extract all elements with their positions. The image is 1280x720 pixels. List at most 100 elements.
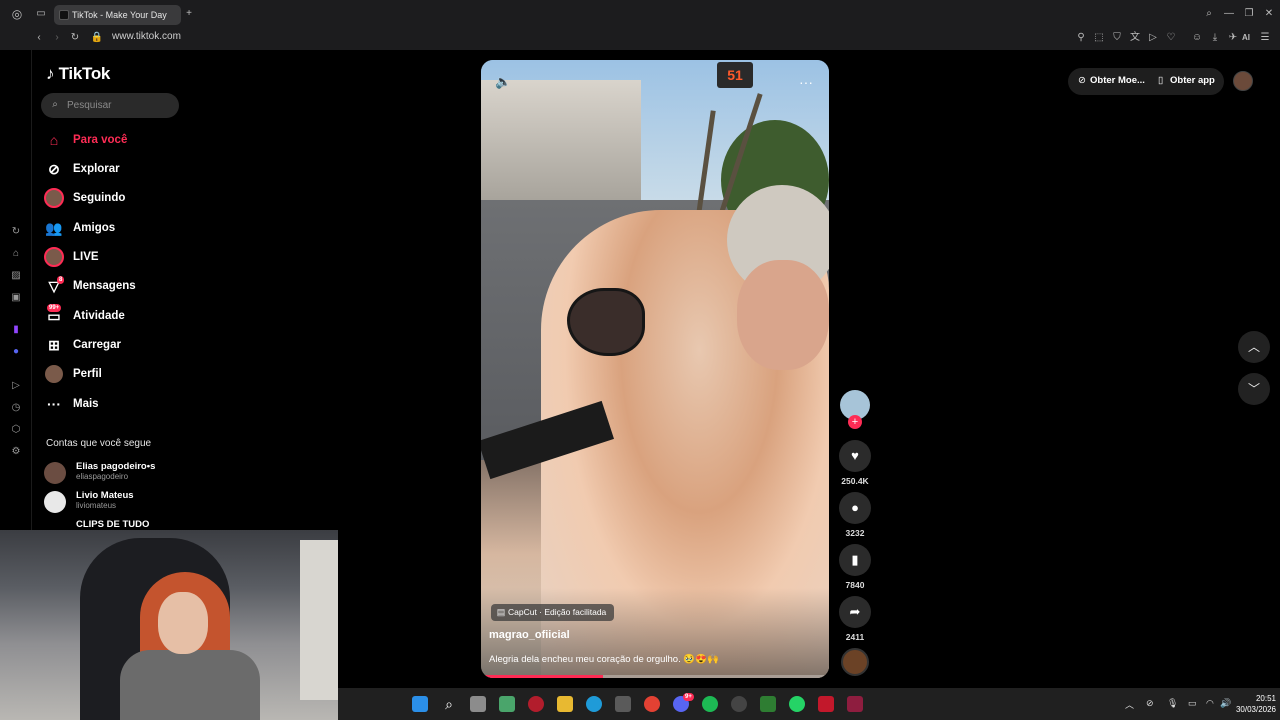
chrome-icon[interactable]: [644, 696, 660, 712]
menu-icon[interactable]: ☰: [1258, 32, 1272, 44]
extensions-icon[interactable]: ⬡: [9, 424, 23, 436]
tiktok-note-icon: ♪: [46, 64, 55, 83]
ai-label[interactable]: AI: [1238, 32, 1254, 44]
app-red-icon[interactable]: [847, 696, 863, 712]
comment-button[interactable]: ●: [839, 492, 871, 524]
minimize-icon[interactable]: —: [1222, 8, 1236, 20]
nav-more[interactable]: ··· Mais: [41, 392, 181, 416]
save-button[interactable]: ▮: [839, 544, 871, 576]
share-count: 2411: [845, 632, 865, 642]
play-icon[interactable]: ▷: [1146, 32, 1160, 44]
more-options-icon[interactable]: ···: [799, 74, 813, 90]
display-icon[interactable]: ▭: [1188, 698, 1197, 709]
tab-title: TikTok - Make Your Day: [72, 10, 167, 20]
store-icon[interactable]: [615, 696, 631, 712]
video-progress[interactable]: [481, 675, 829, 678]
reload-icon[interactable]: ↻: [68, 32, 82, 44]
taskbar-clock[interactable]: 20:51 30/03/2026: [1226, 693, 1276, 715]
clock-icon[interactable]: ◷: [9, 402, 23, 414]
sound-disc-icon[interactable]: [841, 648, 869, 676]
bag-icon[interactable]: ⌂: [9, 248, 23, 260]
nav-for-you[interactable]: ⌂ Para você: [41, 128, 181, 152]
taskview-icon[interactable]: [470, 696, 486, 712]
previous-video-button[interactable]: ︿: [1238, 331, 1270, 363]
tray-chevron-icon[interactable]: ︿: [1125, 698, 1134, 711]
m-app-icon[interactable]: ▣: [9, 292, 23, 304]
player-icon[interactable]: ▷: [9, 380, 23, 392]
spotify-icon[interactable]: [702, 696, 718, 712]
get-coins-button[interactable]: Obter Moe...: [1090, 75, 1145, 86]
search-icon[interactable]: ⌕: [441, 696, 457, 712]
user-avatar[interactable]: [1233, 71, 1253, 91]
close-icon[interactable]: ✕: [1262, 8, 1276, 20]
obs-icon[interactable]: [731, 696, 747, 712]
tiktok-logo[interactable]: ♪ TikTok: [46, 64, 110, 84]
nav-live[interactable]: LIVE: [41, 245, 181, 269]
video-mirror: [567, 288, 645, 356]
tab-tiktok[interactable]: TikTok - Make Your Day: [54, 5, 181, 25]
tiktok-sidebar: ♪ TikTok ⌕ Pesquisar ⌂ Para você ⊘ Explo…: [32, 50, 192, 530]
restore-icon[interactable]: ❐: [1242, 8, 1256, 20]
back-icon[interactable]: ‹: [32, 32, 46, 44]
app-icon[interactable]: [528, 696, 544, 712]
url-field[interactable]: www.tiktok.com: [112, 31, 181, 42]
widgets-icon[interactable]: [499, 696, 515, 712]
avatar: [44, 462, 66, 484]
bookmark-icon: ▮: [851, 552, 859, 567]
nav-label: Carregar: [73, 339, 121, 351]
download-icon[interactable]: ⤓: [1208, 32, 1222, 44]
volume-icon[interactable]: 🔈: [495, 74, 511, 90]
network-off-icon[interactable]: ⊘: [1146, 698, 1154, 709]
followed-account[interactable]: CLIPS DE TUDO: [44, 518, 194, 530]
share-button[interactable]: ➦: [839, 596, 871, 628]
video-progress-fill: [481, 675, 603, 678]
windows-start-icon[interactable]: [412, 696, 428, 712]
pin-icon[interactable]: ⚲: [1074, 32, 1088, 44]
nav-profile[interactable]: Perfil: [41, 362, 181, 386]
search-input[interactable]: ⌕ Pesquisar: [41, 93, 179, 118]
followed-account[interactable]: Elias pagodeiro•s eliaspagodeiro: [44, 460, 194, 486]
whatsapp-icon[interactable]: [789, 696, 805, 712]
mic-icon[interactable]: 🎙: [1167, 698, 1178, 709]
phone-icon: ▯: [1158, 75, 1164, 86]
app-green-icon[interactable]: [760, 696, 776, 712]
video-author[interactable]: magrao_ofiicial: [489, 629, 570, 641]
get-app-button[interactable]: Obter app: [1170, 75, 1215, 86]
video-player[interactable]: 51 🔈 ··· ▤ CapCut · Edição facilitada ma…: [481, 60, 829, 678]
account-name: Elias pagodeiro•s: [76, 461, 156, 472]
account-name: CLIPS DE TUDO: [76, 519, 150, 530]
nav-activity[interactable]: ▭ 99+ Atividade: [41, 304, 181, 328]
heart-icon[interactable]: ♡: [1164, 32, 1178, 44]
capcut-tag[interactable]: ▤ CapCut · Edição facilitada: [491, 604, 615, 621]
forward-icon[interactable]: ›: [50, 32, 64, 44]
nav-upload[interactable]: ⊞ Carregar: [41, 333, 181, 357]
opera-icon[interactable]: [818, 696, 834, 712]
nav-messages[interactable]: ▽ 8 Mensagens: [41, 274, 181, 298]
next-video-button[interactable]: ﹀: [1238, 373, 1270, 405]
nav-following[interactable]: Seguindo: [41, 186, 181, 210]
follow-plus-icon[interactable]: +: [848, 415, 862, 429]
snapshot-icon[interactable]: ⬚: [1092, 32, 1106, 44]
notes-icon[interactable]: ▨: [9, 270, 23, 282]
nav-label: LIVE: [73, 251, 99, 263]
comment-icon: ●: [851, 500, 859, 515]
like-button[interactable]: ♥: [839, 440, 871, 472]
wifi-icon[interactable]: ◠: [1206, 698, 1214, 709]
translate-icon[interactable]: 文: [1128, 32, 1142, 44]
edge-icon[interactable]: [586, 696, 602, 712]
nav-explore[interactable]: ⊘ Explorar: [41, 157, 181, 181]
account-icon[interactable]: ☺: [1190, 32, 1204, 44]
browser-logo-icon[interactable]: ◎: [10, 8, 24, 20]
twitch-icon[interactable]: ▮: [9, 324, 23, 336]
shield-icon[interactable]: ⛉: [1110, 32, 1124, 44]
file-explorer-icon[interactable]: [557, 696, 573, 712]
tab-overview-icon[interactable]: ▭: [34, 8, 48, 20]
new-tab-button[interactable]: +: [182, 8, 196, 20]
discord-icon[interactable]: ●: [9, 346, 23, 358]
search-icon[interactable]: ⌕: [1202, 8, 1216, 20]
history-icon[interactable]: ↻: [9, 226, 23, 238]
followed-account[interactable]: Livio Mateus liviomateus: [44, 489, 194, 515]
nav-friends[interactable]: 👥 Amigos: [41, 216, 181, 240]
friends-icon: 👥: [45, 220, 63, 236]
settings-icon[interactable]: ⚙: [9, 446, 23, 458]
